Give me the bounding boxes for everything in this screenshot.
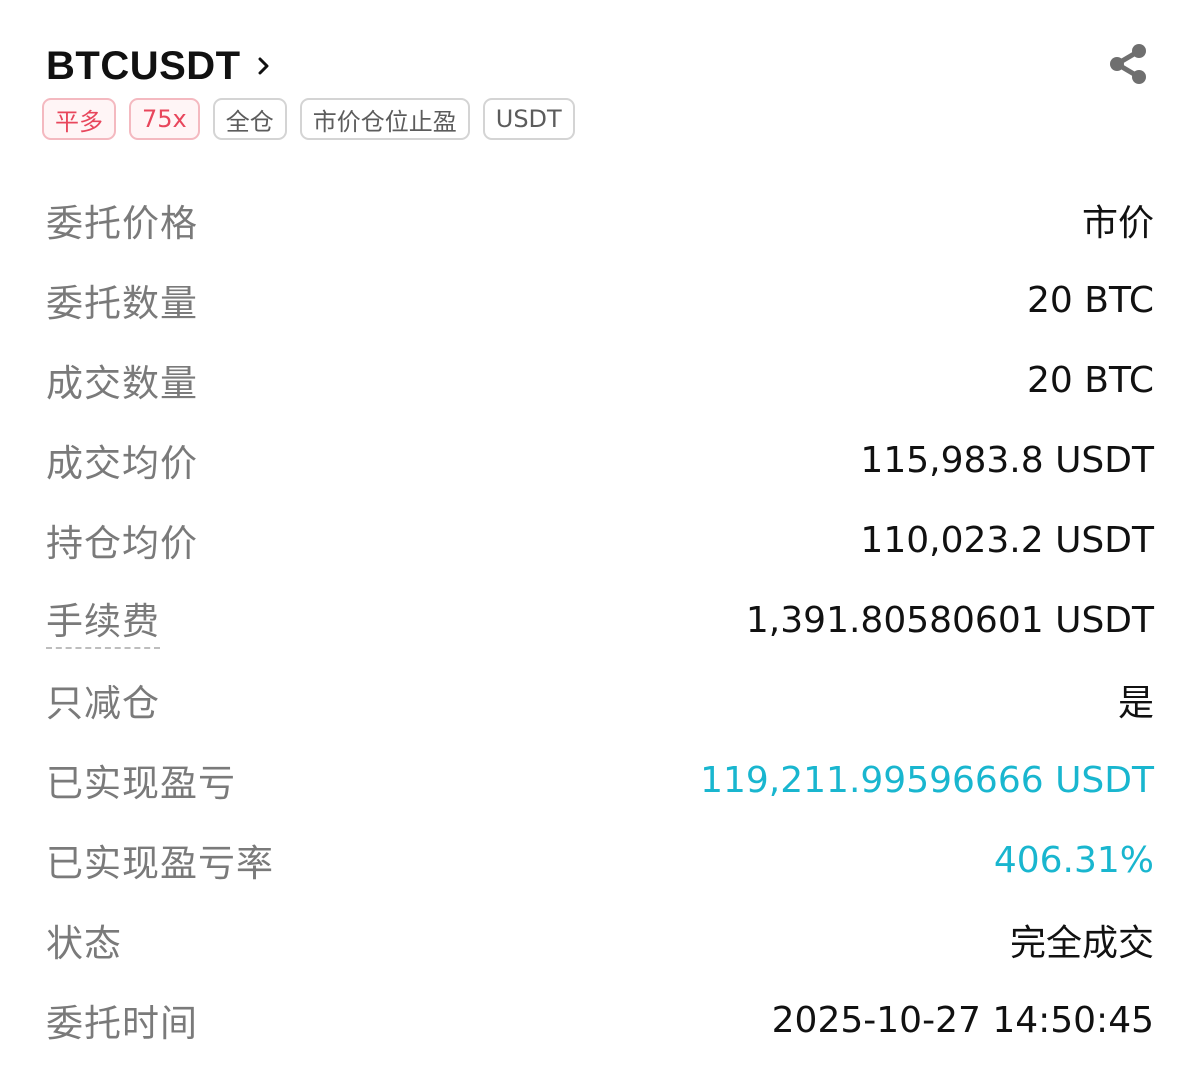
fee-tooltip-label[interactable]: 手续费 xyxy=(46,591,160,649)
detail-label: 持仓均价 xyxy=(46,522,198,565)
realized-pnl-value: 119,211.99596666 USDT xyxy=(700,759,1154,801)
detail-row-order-qty: 委托数量 20 BTC xyxy=(46,260,1154,340)
tag-close-long: 平多 xyxy=(42,98,116,140)
detail-row-realized-pnl-rate: 已实现盈亏率 406.31% xyxy=(46,820,1154,900)
detail-label: 状态 xyxy=(46,922,122,965)
share-icon[interactable] xyxy=(1106,42,1150,86)
detail-label: 委托时间 xyxy=(46,1002,198,1045)
symbol-title: BTCUSDT xyxy=(46,44,241,88)
tag-settle-currency: USDT xyxy=(482,98,575,140)
order-details: 委托价格 市价 委托数量 20 BTC 成交数量 20 BTC 成交均价 115… xyxy=(46,180,1154,1060)
detail-row-filled-qty: 成交数量 20 BTC xyxy=(46,340,1154,420)
order-tags: 平多 75x 全仓 市价仓位止盈 USDT xyxy=(42,98,575,140)
detail-label: 委托价格 xyxy=(46,202,198,245)
detail-value: 1,391.80580601 USDT xyxy=(745,599,1154,641)
detail-label: 只减仓 xyxy=(46,682,160,725)
tag-leverage: 75x xyxy=(129,98,200,140)
tag-margin-mode: 全仓 xyxy=(212,98,287,140)
chevron-right-icon xyxy=(258,57,269,75)
detail-value: 市价 xyxy=(1081,203,1154,244)
detail-label: 已实现盈亏 xyxy=(46,762,236,805)
detail-value: 是 xyxy=(1117,683,1154,724)
detail-row-reduce-only: 只减仓 是 xyxy=(46,660,1154,740)
detail-value: 20 BTC xyxy=(1027,359,1154,401)
detail-row-status: 状态 完全成交 xyxy=(46,900,1154,980)
realized-pnl-rate-value: 406.31% xyxy=(993,839,1154,881)
detail-row-fee: 手续费 1,391.80580601 USDT xyxy=(46,580,1154,660)
status-value: 完全成交 xyxy=(1009,923,1154,964)
detail-value: 110,023.2 USDT xyxy=(860,519,1154,561)
symbol-link[interactable]: BTCUSDT xyxy=(46,38,273,94)
order-header: BTCUSDT xyxy=(46,38,1154,98)
order-time-value: 2025-10-27 14:50:45 xyxy=(771,999,1154,1041)
detail-row-order-time: 委托时间 2025-10-27 14:50:45 xyxy=(46,980,1154,1060)
detail-label: 委托数量 xyxy=(46,282,198,325)
detail-row-realized-pnl: 已实现盈亏 119,211.99596666 USDT xyxy=(46,740,1154,820)
detail-label: 成交均价 xyxy=(46,442,198,485)
tag-order-type: 市价仓位止盈 xyxy=(299,98,470,140)
detail-row-avg-entry-price: 持仓均价 110,023.2 USDT xyxy=(46,500,1154,580)
detail-value: 115,983.8 USDT xyxy=(860,439,1154,481)
detail-value: 20 BTC xyxy=(1027,279,1154,321)
detail-row-avg-fill-price: 成交均价 115,983.8 USDT xyxy=(46,420,1154,500)
detail-label: 成交数量 xyxy=(46,362,198,405)
detail-row-order-price: 委托价格 市价 xyxy=(46,180,1154,260)
detail-label: 已实现盈亏率 xyxy=(46,842,274,885)
